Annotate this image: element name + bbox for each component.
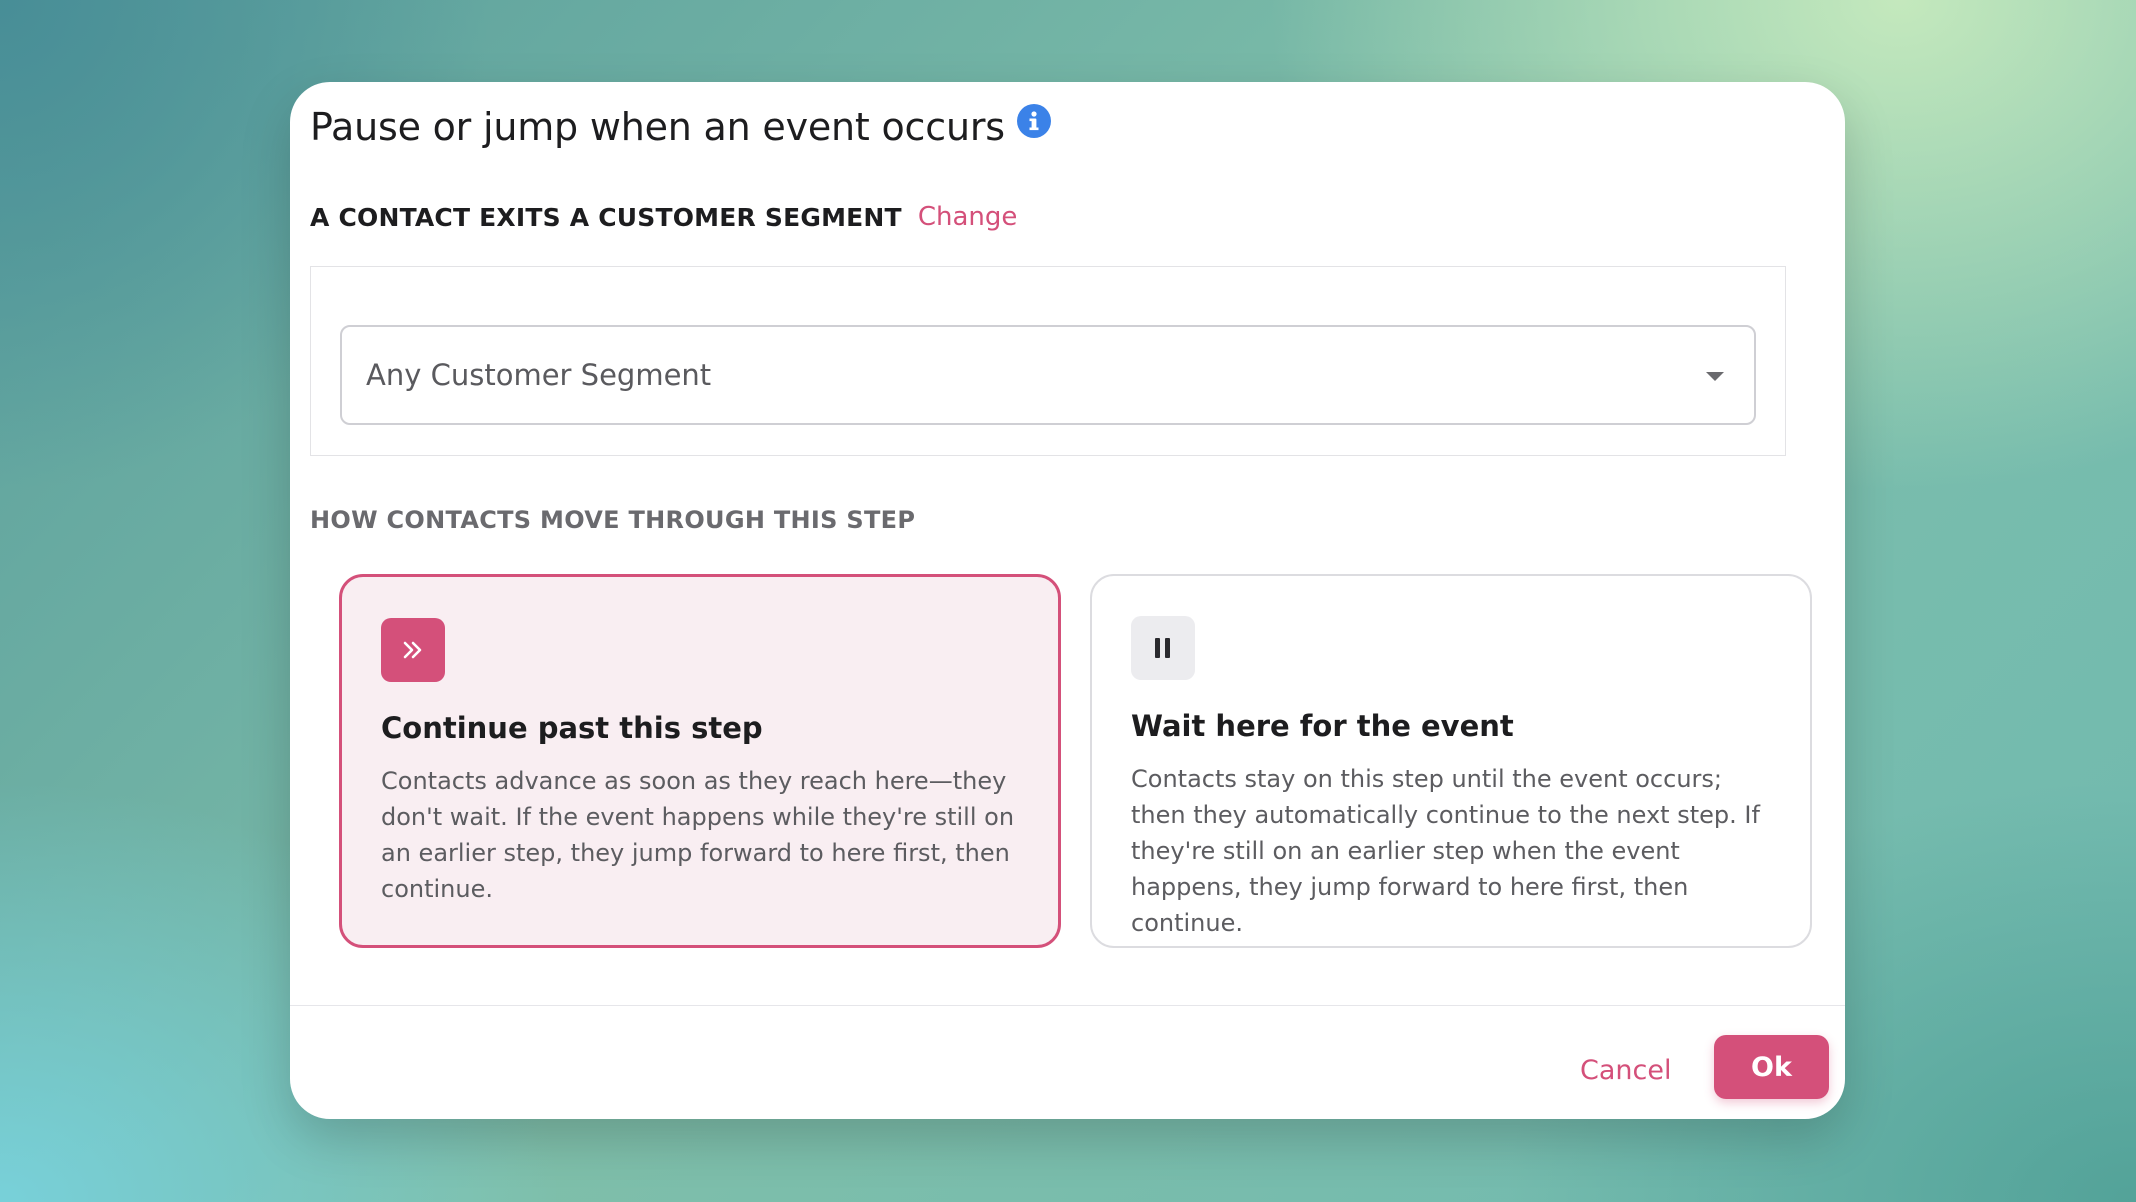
segment-panel: Any Customer Segment [310, 266, 1786, 456]
pause-icon [1131, 616, 1195, 680]
option-continue-past-step[interactable]: Continue past this step Contacts advance… [339, 574, 1061, 948]
option-title: Wait here for the event [1131, 709, 1514, 743]
change-link[interactable]: Change [918, 202, 1018, 232]
event-dialog: Pause or jump when an event occurs A CON… [290, 82, 1845, 1119]
option-description: Contacts advance as soon as they reach h… [381, 767, 1015, 903]
segment-select-value: Any Customer Segment [366, 358, 712, 392]
footer-divider [290, 1005, 1845, 1006]
option-description: Contacts stay on this step until the eve… [1131, 765, 1760, 937]
double-chevron-right-icon [381, 618, 445, 682]
dialog-title: Pause or jump when an event occurs [310, 105, 1005, 149]
trigger-row: A CONTACT EXITS A CUSTOMER SEGMENT Chang… [310, 202, 1017, 232]
dialog-header: Pause or jump when an event occurs [310, 92, 1051, 162]
info-icon[interactable] [1016, 104, 1051, 138]
cancel-button[interactable]: Cancel [1580, 1040, 1671, 1100]
caret-down-icon [1706, 372, 1724, 381]
segment-select[interactable]: Any Customer Segment [340, 325, 1756, 425]
option-title: Continue past this step [381, 711, 763, 745]
ok-button[interactable]: Ok [1714, 1035, 1829, 1099]
movement-section-label: HOW CONTACTS MOVE THROUGH THIS STEP [310, 506, 916, 534]
trigger-label: A CONTACT EXITS A CUSTOMER SEGMENT [310, 202, 902, 232]
option-wait-for-event[interactable]: Wait here for the event Contacts stay on… [1090, 574, 1812, 948]
